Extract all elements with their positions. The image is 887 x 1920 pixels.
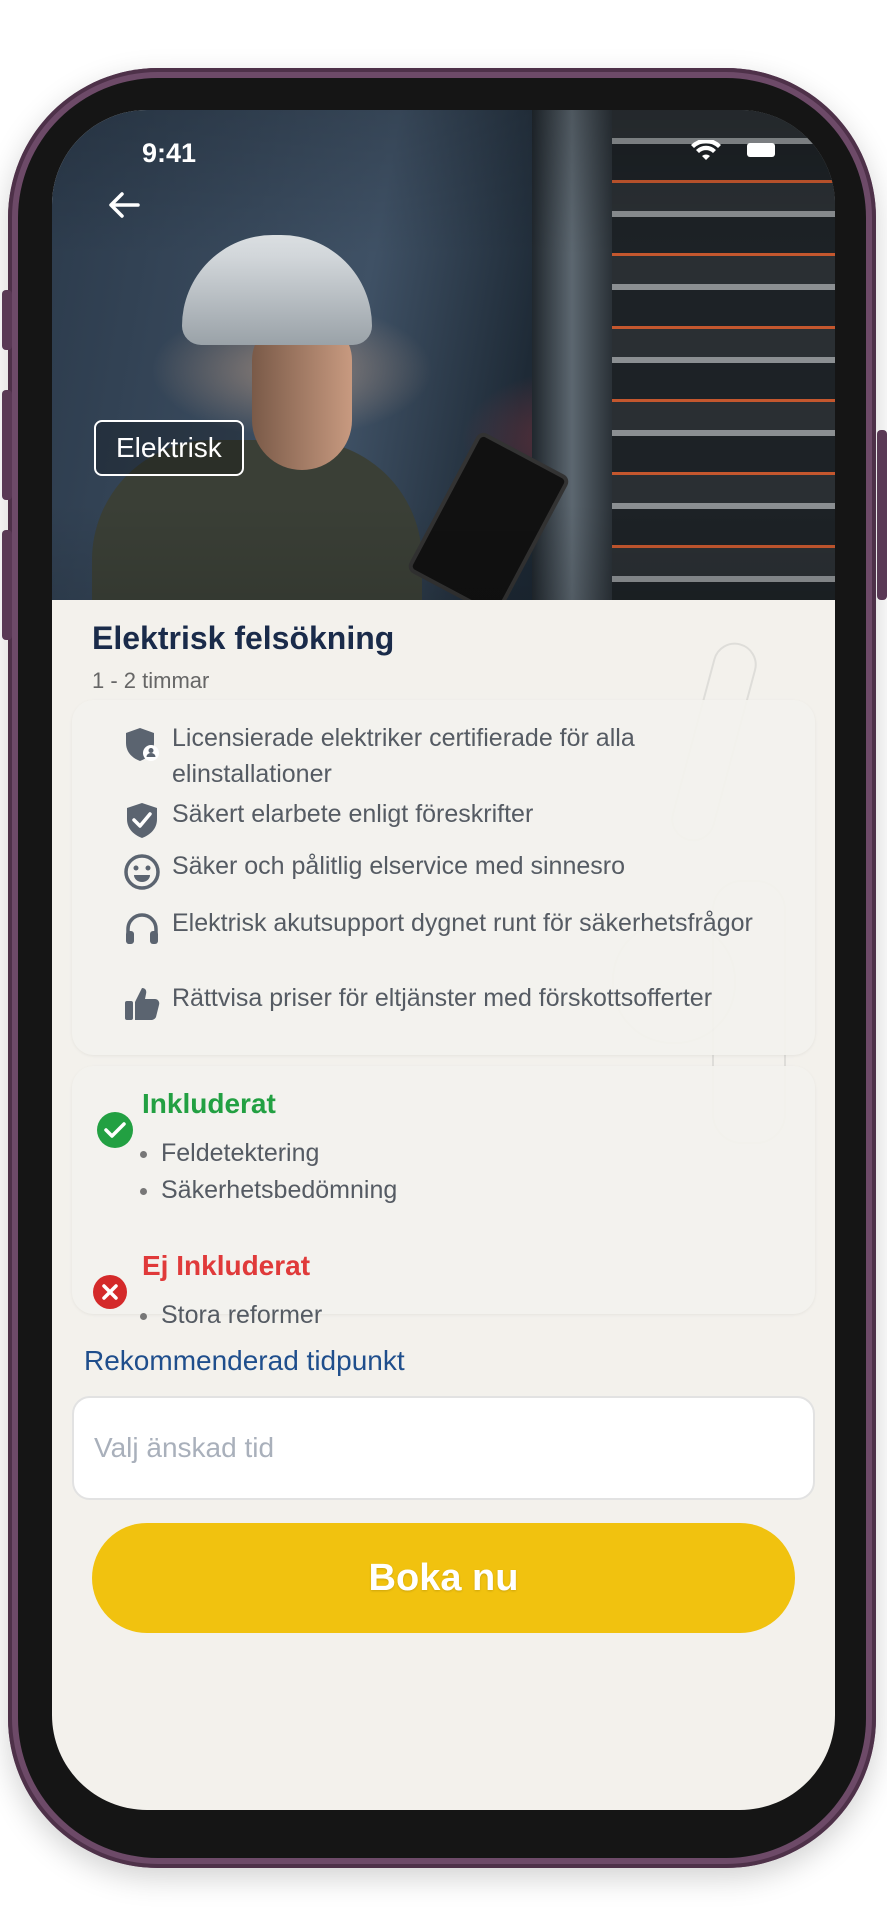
feature-item: Rättvisa priser för eltjänster med försk…	[122, 980, 795, 1024]
included-item: Säkerhetsbedömning	[140, 1176, 397, 1205]
phone-volume-down	[2, 530, 12, 640]
bullet	[140, 1312, 147, 1320]
feature-item: Elektrisk akutsupport dygnet runt för sä…	[122, 905, 795, 949]
hero-shade	[52, 110, 835, 600]
recommended-time-label: Rekommenderad tidpunkt	[84, 1345, 405, 1376]
check-circle-icon	[97, 1112, 133, 1148]
not-included-heading: Ej Inkluderat	[142, 1250, 311, 1281]
error-circle-icon	[93, 1275, 127, 1309]
feature-text: Licensierade elektriker certifierade för…	[172, 724, 635, 788]
headphones-icon	[126, 913, 158, 944]
phone-side-button	[2, 290, 12, 350]
features-card: Licensierade elektriker certifierade för…	[72, 700, 815, 1055]
battery-icon	[747, 143, 775, 157]
feature-item: Säker och pålitlig elservice med sinnesr…	[122, 848, 795, 892]
status-time: 9:41	[142, 138, 197, 168]
status-bar: 9:41	[52, 110, 835, 170]
app-screen: 9:41 Elektrisk Elektrisk felsökning 1 - …	[52, 110, 835, 1810]
service-details: Elektrisk felsökning 1 - 2 timmar Licens…	[52, 600, 835, 1810]
included-heading: Inkluderat	[142, 1088, 276, 1119]
category-tag: Elektrisk	[94, 420, 244, 476]
back-arrow-icon[interactable]	[100, 180, 150, 230]
bullet	[140, 1187, 147, 1195]
time-input[interactable]	[72, 1396, 815, 1500]
not-included-item: Stora reformer	[140, 1301, 322, 1330]
phone-volume-up	[2, 390, 12, 500]
service-duration: 1 - 2 timmar	[92, 668, 210, 693]
book-now-button[interactable]: Boka nu	[92, 1523, 795, 1633]
thumbs-up-icon	[125, 988, 160, 1020]
included-item-text: Feldetektering	[161, 1139, 320, 1167]
shield-check-icon	[127, 803, 157, 838]
shield-user-icon	[126, 728, 159, 761]
bullet	[140, 1150, 147, 1158]
wifi-icon	[691, 140, 721, 160]
phone-power-button	[877, 430, 887, 600]
feature-item: Säkert elarbete enligt föreskrifter	[122, 796, 795, 840]
hero-image: 9:41 Elektrisk	[52, 110, 835, 600]
feature-text: Säkert elarbete enligt föreskrifter	[172, 800, 534, 828]
feature-text: Elektrisk akutsupport dygnet runt för sä…	[172, 909, 753, 937]
feature-text: Rättvisa priser för eltjänster med försk…	[172, 984, 713, 1012]
service-title: Elektrisk felsökning	[92, 620, 395, 656]
feature-text: Säker och pålitlig elservice med sinnesr…	[172, 852, 625, 880]
feature-item: Licensierade elektriker certifierade för…	[122, 720, 795, 792]
included-item: Feldetektering	[140, 1139, 319, 1168]
smiley-icon	[124, 854, 160, 890]
included-card: Inkluderat Feldetektering Säkerhetsbedöm…	[72, 1066, 815, 1329]
not-included-item-text: Stora reformer	[161, 1301, 323, 1329]
included-item-text: Säkerhetsbedömning	[161, 1176, 398, 1204]
